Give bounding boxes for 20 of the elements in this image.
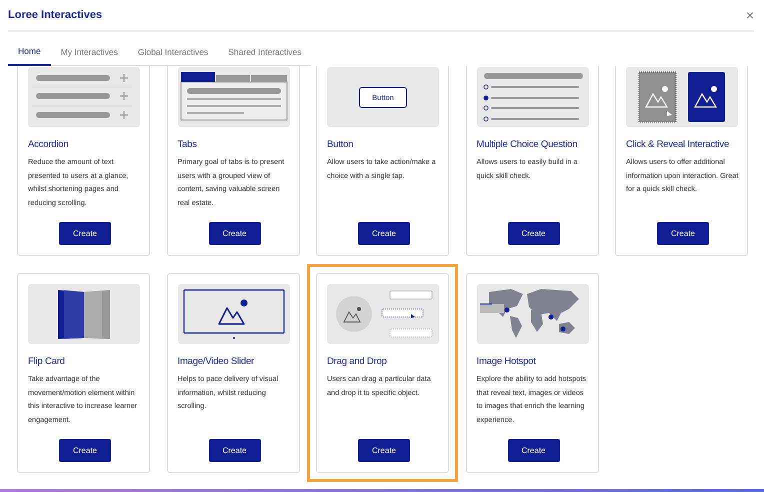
- create-button[interactable]: Create: [358, 222, 410, 245]
- create-button[interactable]: Create: [59, 439, 111, 462]
- card-title: Drag and Drop: [327, 356, 388, 367]
- create-button[interactable]: Create: [208, 222, 260, 245]
- close-button[interactable]: ×: [746, 7, 754, 23]
- card-title: Flip Card: [28, 356, 66, 367]
- card-title: Accordion: [28, 139, 70, 150]
- create-button[interactable]: Create: [59, 222, 111, 245]
- card-title: Tabs: [178, 139, 198, 150]
- create-button[interactable]: Create: [508, 439, 560, 462]
- card-title: Button: [327, 139, 354, 150]
- create-button[interactable]: Create: [358, 439, 410, 462]
- window-title: Loree Interactives: [8, 9, 102, 21]
- create-button[interactable]: Create: [508, 222, 560, 245]
- card-title: Image Hotspot: [476, 356, 537, 367]
- create-button[interactable]: Create: [657, 222, 709, 245]
- card-title: Click & Reveal Interactive: [626, 139, 730, 150]
- card-title: Multiple Choice Question: [476, 139, 578, 150]
- create-button[interactable]: Create: [208, 439, 260, 462]
- card-title: Image/Video Slider: [178, 356, 255, 367]
